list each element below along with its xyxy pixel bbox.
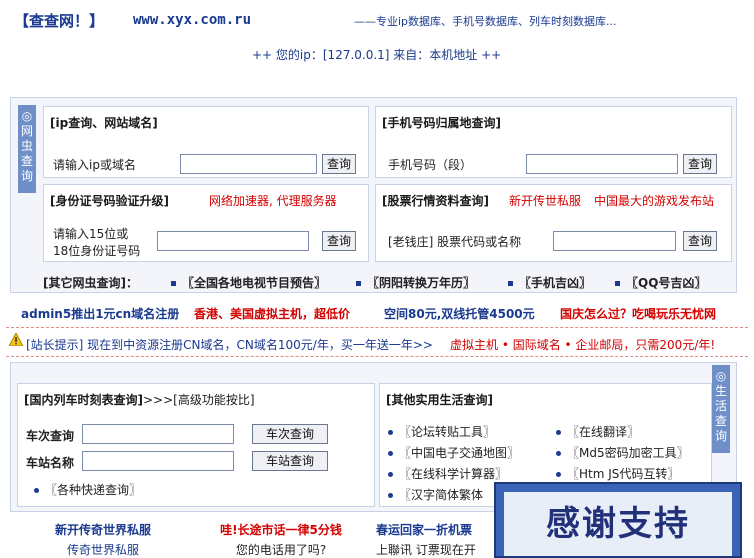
id-query-box: [身份证号码验证升级] 网络加速器, 代理服务器 请输入15位或 18位身份证号…: [43, 184, 369, 262]
phone-query-button[interactable]: 查询: [683, 154, 717, 174]
stock-ad-link-1[interactable]: 新开传世私服: [509, 192, 581, 209]
footer-ad-2-sub: 您的电话用了吗?: [235, 543, 327, 557]
bullet-icon: [171, 281, 176, 286]
bullet-icon: [556, 472, 561, 477]
id-query-input[interactable]: [157, 231, 309, 251]
footer-ad-3[interactable]: 春运回家一折机票 上聯讯 订票现在开: [376, 521, 506, 558]
bullet-icon: [356, 281, 361, 286]
phone-query-input[interactable]: [526, 154, 678, 174]
stock-query-title: [股票行情资料查询]: [382, 194, 489, 208]
bullet-icon: [388, 430, 393, 435]
life-link-translate[interactable]: 〖在线翻译〗: [556, 423, 639, 440]
ip-query-button[interactable]: 查询: [322, 154, 356, 174]
other-link-qq-luck[interactable]: 〖QQ号吉凶〗: [615, 274, 706, 291]
life-link-calculator[interactable]: 〖在线科学计算器〗: [388, 465, 507, 482]
ip-info-line: ++ 您的ip：[127.0.0.1] 来自：本机地址 ++: [252, 48, 502, 62]
site-tagline: ——专业ip数据库、手机号数据库、列车时刻数据库...: [354, 15, 617, 28]
life-query-vtab: ◎生活查询: [712, 365, 730, 453]
bullet-icon: [615, 281, 620, 286]
notice-text[interactable]: [站长提示] 现在到中资源注册CN域名，CN域名100元/年，买一年送一年>>: [26, 336, 433, 353]
life-link-traffic-map[interactable]: 〖中国电子交通地图〗: [388, 444, 519, 461]
other-link-tv[interactable]: 〖全国各地电视节目预告〗: [171, 274, 326, 291]
train-query-title: [国内列车时刻表查询]>>>[高级功能按比]: [24, 393, 255, 407]
bullet-icon: [388, 472, 393, 477]
footer-ad-1-sub: 传奇世界私服: [66, 543, 139, 557]
life-query-vtab-label: ◎生活查询: [714, 369, 727, 443]
stock-ad-link-2[interactable]: 中国最大的游戏发布站: [594, 192, 714, 209]
ad-link-hosting[interactable]: 香港、美国虚拟主机，超低价: [194, 305, 350, 322]
web-query-vtab: ◎网虫查询: [18, 105, 36, 193]
site-brand: 【查查网！】: [14, 12, 105, 30]
bullet-icon: [508, 281, 513, 286]
bullet-icon: [556, 430, 561, 435]
footer-ad-3-sub: 上聯讯 订票现在开: [376, 543, 476, 557]
ad-link-admin5[interactable]: admin5推出1元cn域名注册: [21, 305, 179, 322]
other-query-title: [其它网虫查询]：: [43, 276, 138, 290]
bullet-icon: [556, 451, 561, 456]
station-query-button[interactable]: 车站查询: [252, 451, 328, 471]
id-query-button[interactable]: 查询: [322, 231, 356, 251]
ip-query-title: [ip查询、网站域名]: [50, 116, 158, 130]
notice-ad-link[interactable]: 虚拟主机 • 国际域名 • 企业邮局，只需200元/年!: [450, 336, 715, 353]
life-link-htm-js[interactable]: 〖Htm JS代码互转〗: [556, 465, 679, 482]
stock-query-input[interactable]: [553, 231, 676, 251]
phone-query-title: [手机号码归属地查询]: [382, 116, 501, 130]
bullet-icon: [388, 493, 393, 498]
web-query-panel: ◎网虫查询 [ip查询、网站域名] 请输入ip或域名 查询 [手机号码归属地查询…: [10, 97, 737, 293]
station-name-input[interactable]: [82, 451, 234, 471]
warning-icon: [8, 331, 24, 347]
footer-ad-3-title: 春运回家一折机票: [376, 523, 473, 537]
life-link-simplified-traditional[interactable]: 〖汉字简体繁体: [388, 486, 483, 503]
site-domain[interactable]: www.xyx.com.ru: [133, 12, 251, 28]
life-query-title: [其他实用生活查询]: [386, 393, 493, 407]
train-number-button[interactable]: 车次查询: [252, 424, 328, 444]
footer-ad-1[interactable]: 新开传奇世界私服 传奇世界私服: [43, 521, 163, 558]
stock-query-label: [老钱庄] 股票代码或名称: [388, 235, 522, 249]
footer-ad-2-title: 哇!长途市话一律5分钱: [220, 523, 342, 537]
thanks-overlay-text: 感谢支持: [504, 492, 732, 556]
other-link-calendar[interactable]: 〖阴阳转换万年历〗: [356, 274, 475, 291]
phone-query-box: [手机号码归属地查询] 手机号码（段） 查询: [375, 106, 732, 178]
id-query-label-2: 18位身份证号码: [53, 244, 141, 258]
bullet-icon: [34, 488, 39, 493]
life-link-md5[interactable]: 〖Md5密码加密工具〗: [556, 444, 689, 461]
id-box-ad-link[interactable]: 网络加速器, 代理服务器: [209, 192, 337, 209]
train-query-box: [国内列车时刻表查询]>>>[高级功能按比] 车次查询 车次查询 车站名称 车站…: [17, 383, 375, 507]
footer-ad-1-title: 新开传奇世界私服: [54, 523, 151, 537]
express-query-link[interactable]: 〖各种快递查询〗: [34, 481, 141, 498]
thanks-overlay[interactable]: 感谢支持: [494, 482, 742, 558]
id-query-title: [身份证号码验证升级]: [50, 194, 169, 208]
phone-query-label: 手机号码（段）: [388, 158, 473, 172]
station-name-label: 车站名称: [26, 456, 75, 470]
divider: [6, 327, 748, 328]
train-number-label: 车次查询: [26, 429, 75, 443]
train-advanced-link[interactable]: >>>[高级功能按比]: [143, 393, 255, 407]
stock-query-button[interactable]: 查询: [683, 231, 717, 251]
train-number-input[interactable]: [82, 424, 234, 444]
footer-ad-2[interactable]: 哇!长途市话一律5分钱 您的电话用了吗?: [211, 521, 351, 558]
web-query-vtab-label: ◎网虫查询: [20, 109, 33, 183]
life-link-forum-tool[interactable]: 〖论坛转贴工具〗: [388, 423, 495, 440]
stock-query-box: [股票行情资料查询] 新开传世私服 中国最大的游戏发布站 [老钱庄] 股票代码或…: [375, 184, 732, 262]
ad-link-space[interactable]: 空间80元,双线托管4500元: [384, 305, 535, 322]
ip-query-box: [ip查询、网站域名] 请输入ip或域名 查询: [43, 106, 369, 178]
divider: [6, 356, 748, 357]
id-query-label-1: 请输入15位或: [53, 227, 129, 241]
other-link-phone-luck[interactable]: 〖手机吉凶〗: [508, 274, 591, 291]
ad-link-national-day[interactable]: 国庆怎么过？吃喝玩乐无忧网: [560, 305, 716, 322]
bullet-icon: [388, 451, 393, 456]
ip-query-label: 请输入ip或域名: [53, 158, 136, 172]
ip-query-input[interactable]: [180, 154, 317, 174]
